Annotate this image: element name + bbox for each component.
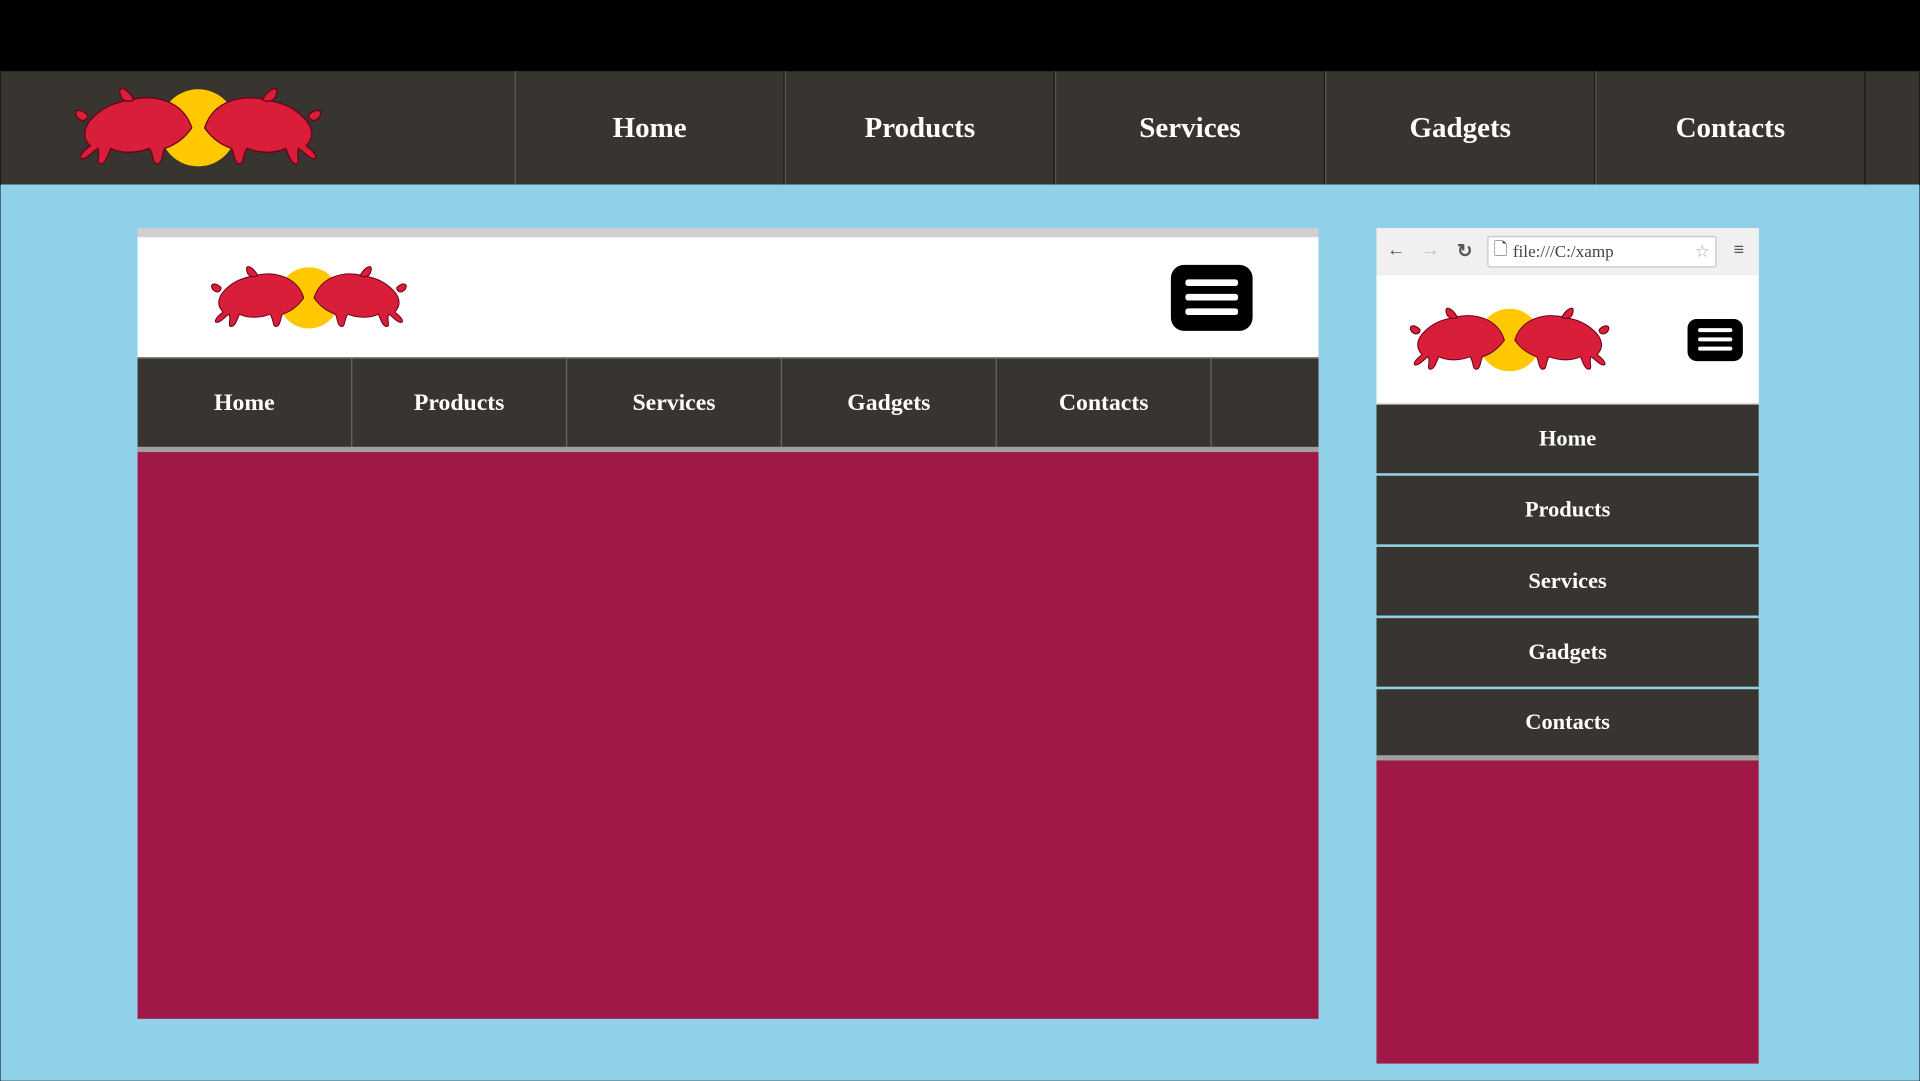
browser-back-icon[interactable]: ←	[1384, 241, 1408, 262]
url-text: file:///C:/xamp	[1513, 241, 1614, 262]
phone-nav-contacts[interactable]: Contacts	[1376, 689, 1758, 760]
main-nav-products[interactable]: Products	[785, 71, 1055, 184]
tablet-nav-products[interactable]: Products	[352, 358, 567, 446]
tablet-hamburger-button[interactable]	[1171, 264, 1253, 330]
main-nav-gadgets[interactable]: Gadgets	[1325, 71, 1595, 184]
main-nav-services[interactable]: Services	[1055, 71, 1325, 184]
redbull-logo-icon	[1405, 296, 1613, 383]
letterbox	[0, 0, 1919, 71]
phone-preview: ← → ↻ 🗋 file:///C:/xamp ☆ ≡	[1376, 228, 1758, 1064]
tablet-nav-contacts[interactable]: Contacts	[997, 358, 1212, 446]
main-navbar: Home Products Services Gadgets Contacts	[0, 71, 1919, 184]
redbull-logo-icon	[60, 76, 337, 179]
hamburger-bar-icon	[1185, 279, 1238, 286]
hamburger-bar-icon	[1698, 347, 1732, 351]
tablet-content-area	[138, 452, 1319, 1019]
browser-forward-icon[interactable]: →	[1419, 241, 1443, 262]
hamburger-bar-icon	[1185, 308, 1238, 315]
tablet-nav-home[interactable]: Home	[138, 358, 353, 446]
hamburger-bar-icon	[1698, 337, 1732, 341]
tablet-logo[interactable]	[203, 256, 414, 338]
tablet-nav: Home Products Services Gadgets Contacts	[138, 357, 1319, 452]
tablet-preview: Home Products Services Gadgets Contacts	[138, 228, 1319, 1019]
phone-logo[interactable]	[1405, 296, 1613, 383]
hamburger-bar-icon	[1698, 328, 1732, 332]
main-nav-home[interactable]: Home	[515, 71, 785, 184]
tablet-nav-services[interactable]: Services	[567, 358, 782, 446]
browser-url-bar[interactable]: 🗋 file:///C:/xamp ☆	[1487, 236, 1716, 268]
phone-content-area	[1376, 760, 1758, 1063]
bookmark-star-icon[interactable]: ☆	[1695, 241, 1710, 262]
phone-browser-chrome: ← → ↻ 🗋 file:///C:/xamp ☆ ≡	[1376, 228, 1758, 275]
phone-nav: Home Products Services Gadgets Contacts	[1376, 405, 1758, 761]
main-logo[interactable]	[0, 71, 514, 184]
phone-nav-products[interactable]: Products	[1376, 476, 1758, 547]
main-nav-contacts[interactable]: Contacts	[1595, 71, 1865, 184]
tablet-header	[138, 237, 1319, 357]
phone-header	[1376, 275, 1758, 404]
hamburger-bar-icon	[1185, 294, 1238, 301]
browser-menu-icon[interactable]: ≡	[1727, 241, 1751, 262]
phone-nav-services[interactable]: Services	[1376, 547, 1758, 618]
phone-nav-gadgets[interactable]: Gadgets	[1376, 618, 1758, 689]
page-icon: 🗋	[1494, 237, 1508, 266]
redbull-logo-icon	[203, 256, 414, 338]
phone-nav-home[interactable]: Home	[1376, 405, 1758, 476]
tablet-chrome-bar	[138, 228, 1319, 237]
workspace: Home Products Services Gadgets Contacts …	[0, 185, 1919, 1081]
browser-reload-icon[interactable]: ↻	[1453, 241, 1477, 263]
phone-hamburger-button[interactable]	[1688, 318, 1743, 360]
tablet-nav-gadgets[interactable]: Gadgets	[782, 358, 997, 446]
